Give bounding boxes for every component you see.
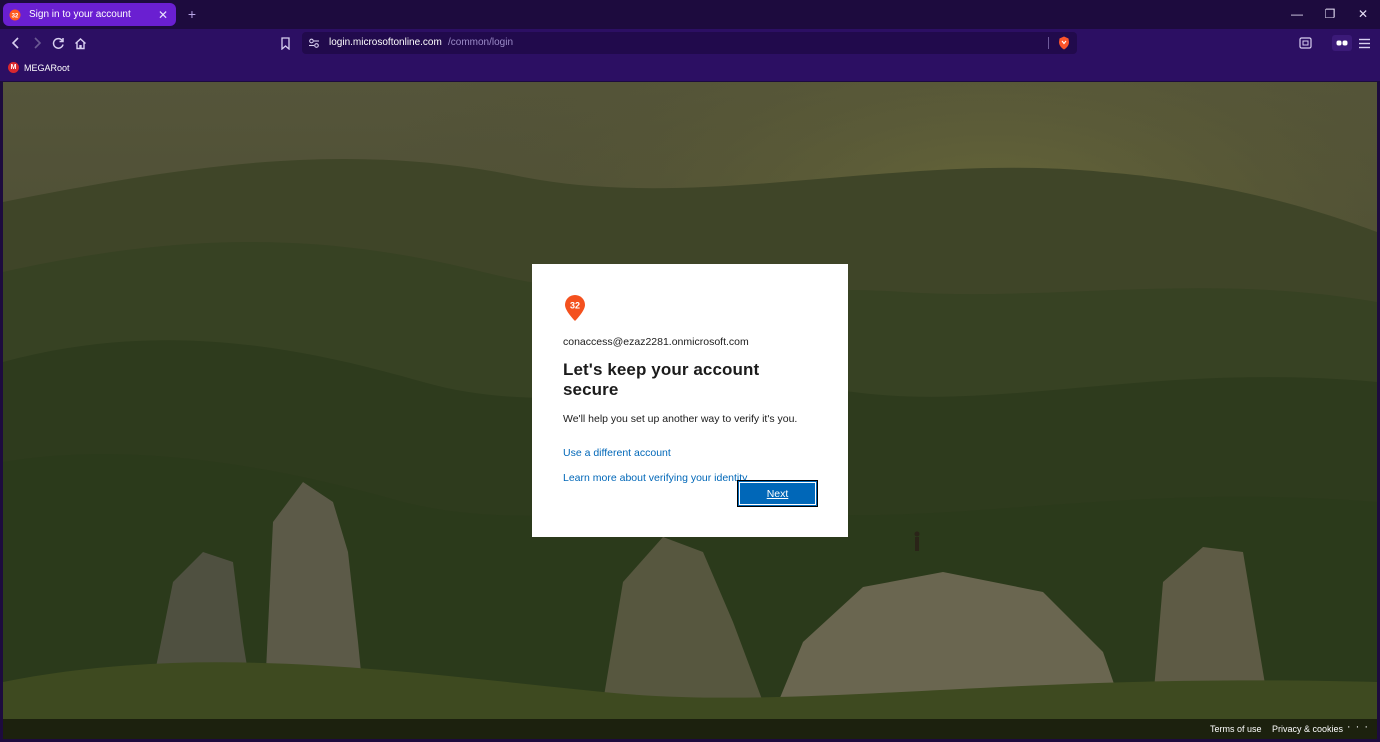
minimize-icon[interactable]: — [1288,6,1306,22]
site-settings-icon[interactable] [308,37,320,49]
url-path: /common/login [448,37,514,48]
tab-strip: 32 Sign in to your account ✕ + — ❐ ✕ [0,0,1380,29]
bookmarks-bar: M MEGARoot [0,57,1380,81]
menu-icon[interactable] [1356,35,1372,51]
bookmark-icon[interactable] [277,35,293,51]
organization-logo-icon: 32 [565,295,585,321]
more-options-icon[interactable]: · · · [1347,721,1369,733]
url-divider [1048,37,1049,49]
url-host: login.microsoftonline.com [329,37,442,48]
tab-sign-in[interactable]: 32 Sign in to your account ✕ [3,3,176,26]
use-different-account-link[interactable]: Use a different account [563,447,817,459]
restore-icon[interactable]: ❐ [1321,6,1339,22]
navigation-toolbar: login.microsoftonline.com /common/login [0,29,1380,57]
svg-text:32: 32 [12,13,19,19]
terms-of-use-link[interactable]: Terms of use [1210,724,1262,734]
login-page: 32 conaccess@ezaz2281.onmicrosoft.com Le… [3,82,1377,739]
home-icon[interactable] [72,35,88,51]
back-icon[interactable] [8,35,24,51]
sidebar-icon[interactable] [1297,35,1313,51]
forward-icon[interactable] [29,35,45,51]
logo-text: 32 [570,301,580,311]
tab-close-icon[interactable]: ✕ [156,8,170,22]
brave-shields-icon[interactable] [1058,36,1070,50]
bookmark-megaroot[interactable]: M MEGARoot [8,62,70,73]
next-button[interactable]: Next [737,480,818,507]
window-close-icon[interactable]: ✕ [1354,6,1372,22]
reload-icon[interactable] [50,35,66,51]
address-bar[interactable]: login.microsoftonline.com /common/login [302,32,1077,54]
bookmark-label: MEGARoot [24,62,70,73]
tab-title: Sign in to your account [29,9,131,20]
account-email: conaccess@ezaz2281.onmicrosoft.com [563,336,749,348]
privacy-cookies-link[interactable]: Privacy & cookies [1272,724,1343,734]
brave-shield-favicon-icon: 32 [9,9,21,20]
sign-in-card: 32 conaccess@ezaz2281.onmicrosoft.com Le… [532,264,848,537]
page-title: Let's keep your account secure [563,360,760,399]
wallet-icon[interactable] [1332,35,1352,51]
description-text: We'll help you set up another way to ver… [563,413,798,425]
new-tab-button[interactable]: + [184,6,200,22]
page-footer: Terms of use Privacy & cookies · · · [3,719,1377,739]
mega-logo-icon: M [8,62,19,73]
